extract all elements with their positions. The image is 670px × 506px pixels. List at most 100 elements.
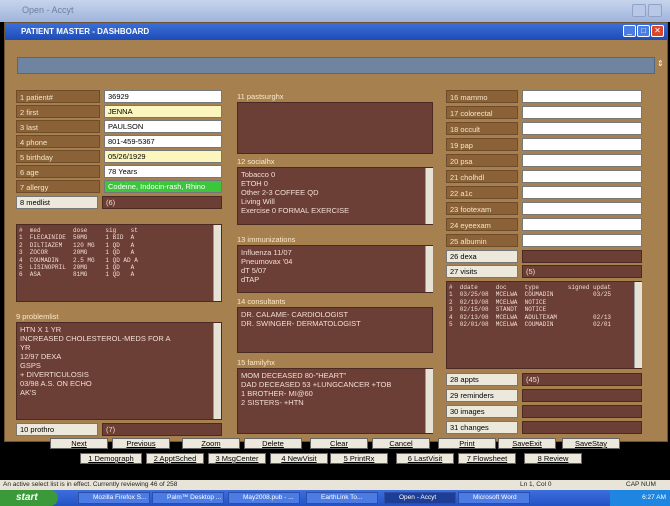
pastsurghx-box[interactable] bbox=[237, 102, 433, 154]
screening-value[interactable] bbox=[522, 154, 642, 167]
nav-button[interactable]: Next bbox=[50, 438, 108, 449]
minimize-button[interactable] bbox=[632, 4, 646, 17]
screening-label: 25 albumin bbox=[446, 234, 518, 247]
visit-row[interactable]: 3 02/15/08 STANDT NOTICE bbox=[449, 306, 639, 313]
visits-scrollbar[interactable] bbox=[634, 282, 642, 368]
taskbar-item[interactable]: Palm™ Desktop ... bbox=[152, 492, 224, 504]
screening-label: 24 eyeexam bbox=[446, 218, 518, 231]
search-bar[interactable] bbox=[17, 57, 655, 74]
expand-icon[interactable]: ⇕ bbox=[657, 59, 664, 71]
module-button[interactable]: 7 Flowsheet bbox=[458, 453, 516, 464]
field-value[interactable]: 801-459-5367 bbox=[104, 135, 222, 148]
dexa-button[interactable]: 26 dexa bbox=[446, 250, 518, 263]
nav-button[interactable]: SaveExit bbox=[498, 438, 556, 449]
problemlist-box[interactable]: HTN X 1 YR INCREASED CHOLESTEROL-MEDS FOR… bbox=[16, 322, 222, 420]
module-button[interactable]: 3 MsgCenter bbox=[208, 453, 266, 464]
medlist-row[interactable]: 3 ZOCOR 20MG 1 QD A bbox=[19, 249, 219, 256]
maximize-button[interactable] bbox=[648, 4, 662, 17]
section-count: (45) bbox=[522, 373, 642, 386]
screening-value[interactable] bbox=[522, 138, 642, 151]
immunizations-scrollbar[interactable] bbox=[425, 246, 433, 292]
module-button[interactable]: 2 ApptSched bbox=[146, 453, 204, 464]
section-button[interactable]: 30 images bbox=[446, 405, 518, 418]
screening-value[interactable] bbox=[522, 234, 642, 247]
screening-label: 23 footexam bbox=[446, 202, 518, 215]
medlist-table[interactable]: # med dose sig st 1 FLECAINIDE 50MG 1 BID… bbox=[16, 224, 222, 302]
nav-button[interactable]: Cancel bbox=[372, 438, 430, 449]
medlist-row[interactable]: 2 DILTIAZEM 120 MG 1 QD A bbox=[19, 242, 219, 249]
consultants-lines: DR. CALAME- CARDIOLOGIST DR. SWINGER- DER… bbox=[241, 310, 429, 328]
taskbar-item[interactable]: Mozilla Firefox S... bbox=[78, 492, 150, 504]
problemlist-scrollbar[interactable] bbox=[213, 323, 221, 419]
field-value[interactable]: PAULSON bbox=[104, 120, 222, 133]
medlist-row[interactable]: 4 COUMADIN 2.5 MG 1 QD AD A bbox=[19, 257, 219, 264]
visits-list[interactable]: # ddate doc type signed updat 1 03/25/08… bbox=[446, 281, 642, 369]
field-value[interactable]: 05/26/1929 bbox=[104, 150, 222, 163]
field-label: 3 last bbox=[16, 120, 100, 133]
visits-button[interactable]: 27 visits bbox=[446, 265, 518, 278]
medlist-count: (6) bbox=[102, 196, 222, 209]
taskbar-item[interactable]: Open - Accyt bbox=[384, 492, 456, 504]
screening-label: 18 occult bbox=[446, 122, 518, 135]
nav-button[interactable]: Zoom bbox=[182, 438, 240, 449]
section-button[interactable]: 28 appts bbox=[446, 373, 518, 386]
socialhx-scrollbar[interactable] bbox=[425, 168, 433, 224]
nav-button[interactable]: Clear bbox=[310, 438, 368, 449]
form-minimize-button[interactable]: _ bbox=[623, 25, 636, 37]
taskbar-item[interactable]: May2008.pub - ... bbox=[228, 492, 300, 504]
section-button[interactable]: 29 reminders bbox=[446, 389, 518, 402]
screening-value[interactable] bbox=[522, 218, 642, 231]
screening-value[interactable] bbox=[522, 122, 642, 135]
immunizations-box[interactable]: Influenza 11/07 Pneumovax '04 dT 5/07 dTAP bbox=[237, 245, 433, 293]
module-button[interactable]: 1 Demograph bbox=[80, 453, 142, 464]
medlist-row[interactable]: 1 FLECAINIDE 50MG 1 BID A bbox=[19, 234, 219, 241]
pastsurghx-heading: 11 pastsurghx bbox=[237, 92, 284, 101]
medlist-scrollbar[interactable] bbox=[213, 225, 221, 301]
nav-button[interactable]: Delete bbox=[244, 438, 302, 449]
screening-value[interactable] bbox=[522, 202, 642, 215]
module-button[interactable]: 5 PrintRx bbox=[330, 453, 388, 464]
consultants-box[interactable]: DR. CALAME- CARDIOLOGIST DR. SWINGER- DER… bbox=[237, 307, 433, 353]
screening-value[interactable] bbox=[522, 170, 642, 183]
text-line: Tobacco 0 bbox=[241, 170, 276, 179]
screening-value[interactable] bbox=[522, 106, 642, 119]
field-label: 1 patient# bbox=[16, 90, 100, 103]
form-restore-button[interactable]: □ bbox=[637, 25, 650, 37]
prothro-count: (7) bbox=[102, 423, 222, 436]
taskbar-item[interactable]: EarthLink To... bbox=[306, 492, 378, 504]
nav-button[interactable]: Print bbox=[438, 438, 496, 449]
module-button[interactable]: 8 Review bbox=[524, 453, 582, 464]
socialhx-box[interactable]: Tobacco 0 ETOH 0 Other 2-3 COFFEE QD Living… bbox=[237, 167, 433, 225]
visit-row[interactable]: 4 02/13/08 MCELWA ADULTEXAM 02/13 bbox=[449, 314, 639, 321]
form-close-button[interactable]: ✕ bbox=[651, 25, 664, 37]
taskbar-item[interactable]: Microsoft Word bbox=[458, 492, 530, 504]
field-value[interactable]: 78 Years bbox=[104, 165, 222, 178]
screening-value[interactable] bbox=[522, 186, 642, 199]
field-value[interactable]: JENNA bbox=[104, 105, 222, 118]
field-value[interactable]: Codeine, Indocin-rash, Rhino bbox=[104, 180, 222, 193]
nav-button[interactable]: Previous bbox=[112, 438, 170, 449]
prothro-button[interactable]: 10 prothro bbox=[16, 423, 98, 436]
form-title-bar: PATIENT MASTER - DASHBOARD _ □ ✕ bbox=[5, 23, 667, 40]
medlist-row[interactable]: 5 LISINOPRIL 20MG 1 QD A bbox=[19, 264, 219, 271]
field-value[interactable]: 36929 bbox=[104, 90, 222, 103]
module-button[interactable]: 4 NewVisit bbox=[270, 453, 328, 464]
problemlist-heading: 9 problemlist bbox=[16, 312, 59, 321]
medlist-row[interactable]: 6 ASA 81MG 1 QD A bbox=[19, 271, 219, 278]
medlist-button[interactable]: 8 medlist bbox=[16, 196, 98, 209]
screening-value[interactable] bbox=[522, 90, 642, 103]
visit-row[interactable]: 2 02/19/08 MCELWA NOTICE bbox=[449, 299, 639, 306]
status-message: An active select list is in effect. Curr… bbox=[3, 481, 178, 488]
section-button[interactable]: 31 changes bbox=[446, 421, 518, 434]
text-line: GSPS bbox=[20, 361, 41, 370]
start-button[interactable]: start bbox=[0, 490, 58, 506]
consultants-heading: 14 consultants bbox=[237, 297, 286, 306]
visit-row[interactable]: 5 02/01/08 MCELWA COUMADIN 02/01 bbox=[449, 321, 639, 328]
module-button[interactable]: 6 LastVisit bbox=[396, 453, 454, 464]
visit-row[interactable]: 1 03/25/08 MCELWA COUMADIN 03/25 bbox=[449, 291, 639, 298]
immunizations-heading: 13 immunizations bbox=[237, 235, 296, 244]
section-count bbox=[522, 389, 642, 402]
nav-button[interactable]: SaveStay bbox=[562, 438, 620, 449]
familyhx-box[interactable]: MOM DECEASED 80-"HEART" DAD DECEASED 53 +… bbox=[237, 368, 433, 434]
familyhx-scrollbar[interactable] bbox=[425, 369, 433, 433]
